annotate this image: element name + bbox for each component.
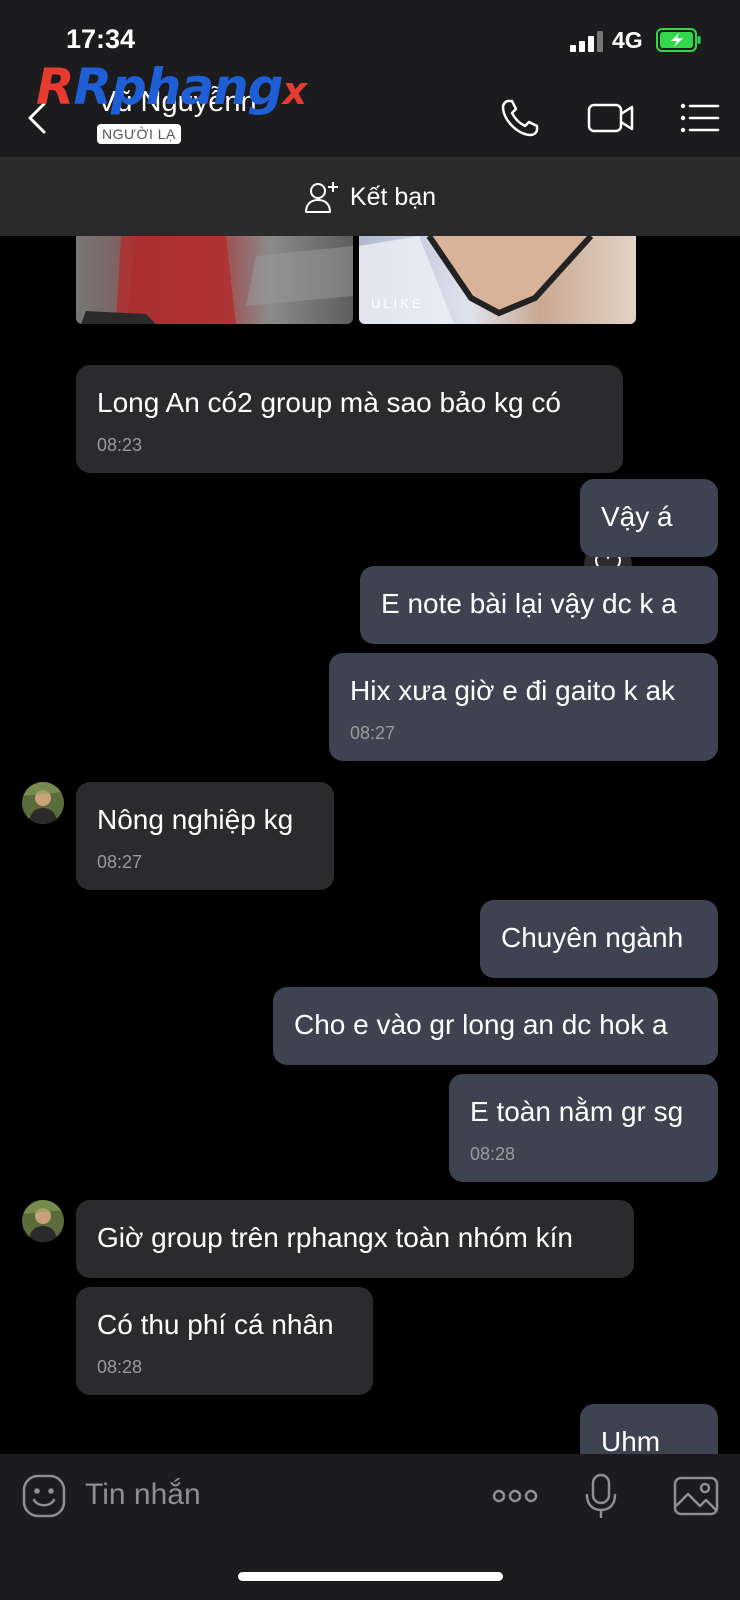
logo-main: Rphang <box>73 58 284 116</box>
message-bubble[interactable]: Long An có2 group mà sao bảo kg có 08:23 <box>76 365 623 473</box>
message-time: 08:27 <box>97 852 143 872</box>
message-time: 08:28 <box>97 1357 143 1377</box>
message-text: Hix xưa giờ e đi gaito k ak <box>350 675 676 706</box>
message-list[interactable]: ULIKE Long An có2 group mà sao bảo kg có… <box>0 236 740 1454</box>
message-text: Vậy á <box>601 501 673 532</box>
network-type: 4G <box>612 27 643 53</box>
message-time: 08:27 <box>350 723 396 743</box>
message-text: Cho e vào gr long an dc hok a <box>294 1009 668 1040</box>
avatar[interactable] <box>22 1200 64 1242</box>
message-text: Uhm <box>601 1426 661 1454</box>
video-icon[interactable] <box>586 96 636 140</box>
message-text: Có thu phí cá nhân <box>97 1309 334 1340</box>
message-bubble[interactable]: Có thu phí cá nhân 08:28 <box>76 1287 373 1395</box>
more-dots-icon[interactable] <box>490 1472 540 1520</box>
logo-r: R <box>36 58 75 116</box>
avatar[interactable] <box>22 782 64 824</box>
add-user-icon <box>304 182 338 213</box>
message-text: E toàn nằm gr sg <box>470 1096 684 1127</box>
home-indicator[interactable] <box>238 1572 503 1581</box>
message-bubble[interactable]: Uhm <box>580 1404 718 1454</box>
message-time: 08:28 <box>470 1144 516 1164</box>
add-friend-label: Kết bạn <box>349 182 437 211</box>
message-text: Long An có2 group mà sao bảo kg có <box>97 387 561 418</box>
message-bubble[interactable]: Cho e vào gr long an dc hok a <box>273 987 718 1065</box>
message-bubble[interactable]: Vậy á <box>580 479 718 557</box>
chat-header: Vũ Nguyễnn NGƯỜI LẠ RRphangx <box>0 58 740 158</box>
image-icon[interactable] <box>672 1472 720 1520</box>
message-text: Nông nghiệp kg <box>97 804 294 835</box>
shared-photo-1[interactable] <box>76 236 353 324</box>
message-text: Giờ group trên rphangx toàn nhóm kín <box>97 1222 573 1253</box>
message-bubble[interactable]: E note bài lại vậy dc k a <box>360 566 718 644</box>
stranger-badge: NGƯỜI LẠ <box>97 124 181 144</box>
emoji-icon[interactable] <box>20 1472 68 1520</box>
add-friend-bar[interactable]: Kết bạn <box>0 158 740 236</box>
message-bubble[interactable]: E toàn nằm gr sg 08:28 <box>449 1074 718 1182</box>
message-composer: Tin nhắn <box>0 1454 740 1600</box>
message-input[interactable]: Tin nhắn <box>85 1478 201 1512</box>
message-text: E note bài lại vậy dc k a <box>381 588 677 619</box>
message-bubble[interactable]: Giờ group trên rphangx toàn nhóm kín <box>76 1200 634 1278</box>
message-bubble[interactable]: Chuyên ngành <box>480 900 718 978</box>
battery-icon <box>656 28 701 52</box>
photo-watermark: ULIKE <box>371 296 424 311</box>
status-time: 17:34 <box>66 24 136 54</box>
logo-x: x <box>282 69 307 113</box>
watermark-logo: RRphangx <box>36 58 307 116</box>
signal-icon <box>570 30 606 52</box>
microphone-icon[interactable] <box>577 1472 625 1520</box>
list-icon[interactable] <box>678 96 722 140</box>
message-time: 08:23 <box>97 435 143 455</box>
message-bubble[interactable]: Nông nghiệp kg 08:27 <box>76 782 334 890</box>
message-text: Chuyên ngành <box>501 922 684 953</box>
phone-icon[interactable] <box>498 96 542 140</box>
shared-photo-2[interactable]: ULIKE <box>359 236 636 324</box>
message-bubble[interactable]: Hix xưa giờ e đi gaito k ak 08:27 <box>329 653 718 761</box>
